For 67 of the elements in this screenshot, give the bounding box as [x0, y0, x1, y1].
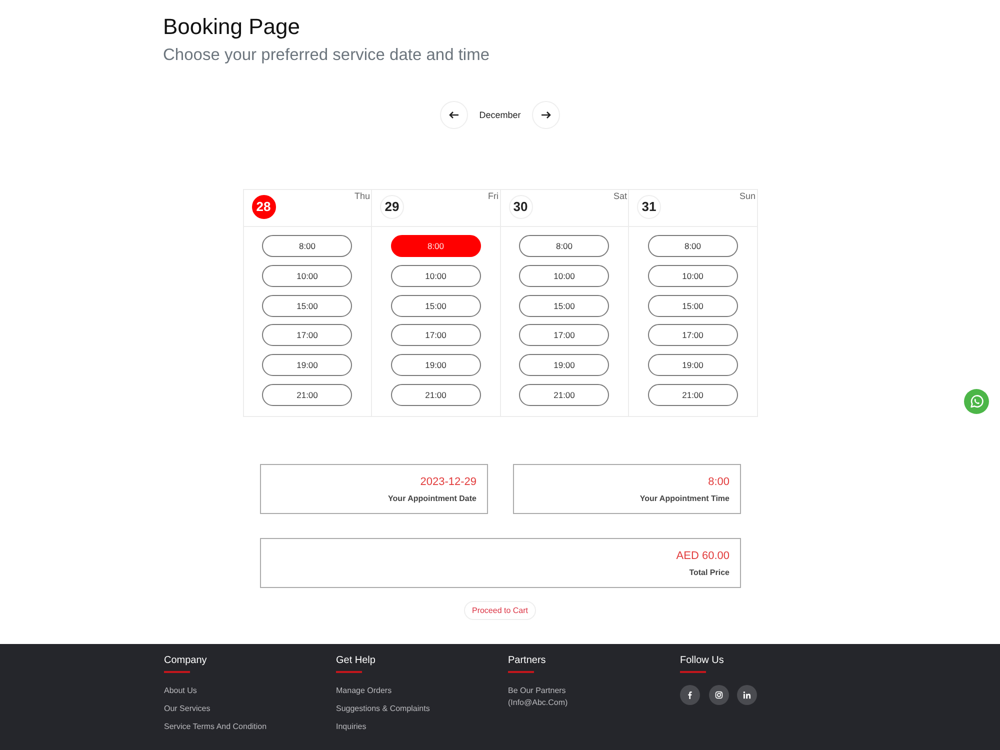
footer-link[interactable]: Be Our Partners (Info@Abc.Com) [508, 684, 603, 709]
total-price-value: AED 60.00 [675, 548, 730, 564]
time-slot-button[interactable]: 17:00 [519, 324, 610, 346]
time-slot-button[interactable]: 15:00 [390, 294, 481, 317]
time-slot-button[interactable]: 10:00 [390, 264, 481, 287]
time-slot-button[interactable]: 17:00 [390, 324, 481, 346]
summary-label: Your Appointment Time [638, 492, 730, 505]
social-link[interactable] [680, 684, 700, 705]
page-title: Booking Page [163, 14, 301, 40]
total-price-label: Total Price [688, 566, 730, 579]
footer-link[interactable]: Our Services [164, 700, 336, 718]
footer-heading: Partners [508, 654, 547, 668]
time-slot-button[interactable]: 21:00 [262, 384, 352, 406]
time-slot-button[interactable]: 8:00 [262, 235, 352, 257]
arrow-left-icon [449, 111, 460, 119]
footer-link[interactable]: Inquiries [336, 718, 508, 736]
day-number[interactable]: 30 [508, 195, 532, 219]
time-slot-button[interactable]: 21:00 [648, 384, 738, 406]
weekday-label: Sat [613, 191, 627, 202]
time-slot-button[interactable]: 21:00 [519, 384, 610, 406]
heading-underline [164, 670, 190, 673]
previous-month-button[interactable] [440, 101, 468, 129]
next-month-button[interactable] [532, 101, 560, 129]
time-slot-button[interactable]: 17:00 [648, 324, 738, 346]
month-label: December [479, 109, 521, 121]
social-link[interactable] [708, 684, 728, 705]
heading-underline [680, 670, 706, 673]
summary-value: 2023-12-29 [419, 474, 476, 490]
time-slot-button[interactable]: 21:00 [390, 384, 481, 406]
footer-heading: Follow Us [680, 654, 725, 668]
time-slot-button[interactable]: 8:00 [519, 235, 610, 257]
instagram-icon [714, 690, 722, 699]
proceed-to-cart-button[interactable]: Proceed to Cart [464, 600, 536, 620]
heading-underline [508, 670, 534, 673]
summary-label: Your Appointment Date [387, 492, 476, 505]
time-slot-button[interactable]: 15:00 [519, 294, 610, 317]
facebook-icon [686, 690, 694, 699]
time-slot-button[interactable]: 19:00 [390, 354, 481, 376]
day-number[interactable]: 28 [252, 195, 276, 219]
footer-link[interactable]: Service Terms And Condition [164, 718, 336, 736]
weekday-label: Sun [739, 191, 756, 202]
time-slot-button[interactable]: 19:00 [519, 354, 610, 376]
time-slot-button[interactable]: 8:00 [648, 235, 738, 257]
time-slot-button[interactable]: 15:00 [648, 294, 738, 317]
linkedin-icon [743, 690, 751, 699]
time-slot-button[interactable]: 19:00 [648, 354, 738, 376]
footer-link[interactable]: Suggestions & Complaints [336, 700, 508, 718]
footer-link[interactable]: Manage Orders [336, 682, 508, 700]
social-link[interactable] [737, 684, 757, 705]
footer-heading: Get Help [336, 654, 376, 668]
time-slot-button[interactable]: 19:00 [262, 354, 352, 376]
heading-underline [336, 670, 362, 673]
footer-link[interactable]: About Us [164, 682, 336, 700]
footer-heading: Company [164, 654, 208, 668]
time-slot-button[interactable]: 10:00 [262, 264, 352, 287]
weekday-label: Thu [354, 191, 370, 202]
summary-value: 8:00 [707, 474, 730, 490]
page-subtitle: Choose your preferred service date and time [163, 45, 491, 65]
time-slot-button[interactable]: 10:00 [519, 264, 610, 287]
day-number[interactable]: 29 [380, 195, 404, 219]
weekday-label: Fri [488, 191, 498, 202]
time-slot-button[interactable]: 17:00 [262, 324, 352, 346]
arrow-right-icon [540, 111, 551, 119]
day-number[interactable]: 31 [637, 195, 661, 219]
time-slot-button[interactable]: 15:00 [262, 294, 352, 317]
time-slot-button[interactable]: 10:00 [648, 264, 738, 287]
whatsapp-icon[interactable] [964, 389, 989, 414]
